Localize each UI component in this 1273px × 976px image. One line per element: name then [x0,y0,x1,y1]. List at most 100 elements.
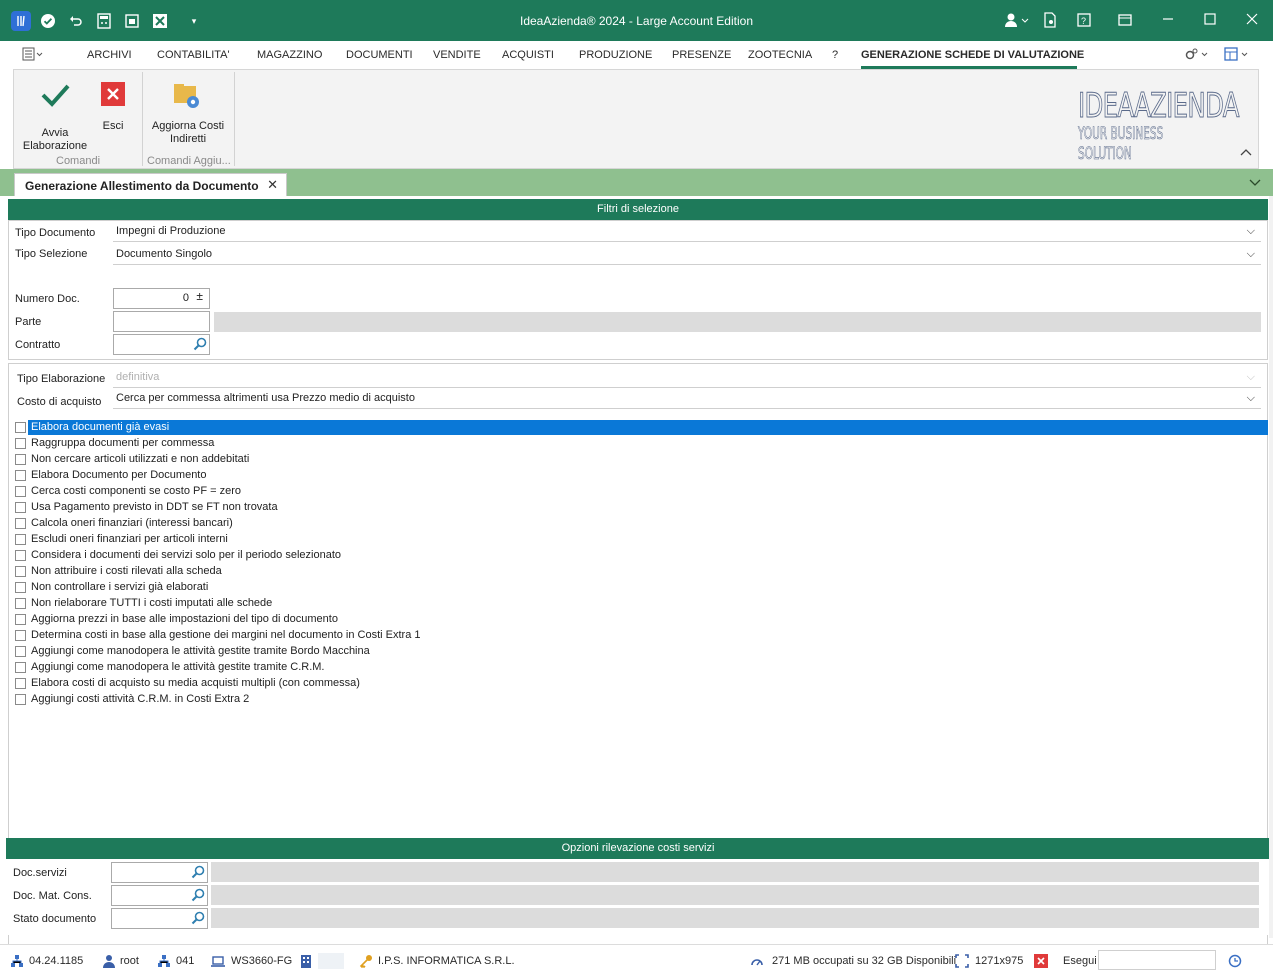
search-icon[interactable] [191,888,205,902]
option-checkbox[interactable] [15,694,26,705]
option-label[interactable]: Elabora costi di acquisto su media acqui… [28,676,360,691]
collapse-ribbon-icon[interactable] [1240,148,1252,161]
logo-line-1: IDEAAZIENDA [1078,86,1240,126]
option-checkbox[interactable] [15,550,26,561]
option-label[interactable]: Raggruppa documenti per commessa [28,436,214,451]
close-tab-icon[interactable]: ✕ [267,177,278,193]
avvia-elaborazione-button[interactable]: Avvia Elaborazione [20,78,90,153]
option-checkbox[interactable] [15,582,26,593]
maximize-button[interactable] [1200,12,1220,30]
menu-magazzino[interactable]: MAGAZZINO [257,49,322,61]
menu-zootecnia[interactable]: ZOOTECNIA [748,49,812,61]
esegui-input[interactable] [1098,950,1216,970]
aggiorna-label-1: Aggiorna Costi [151,120,225,132]
option-checkbox[interactable] [15,662,26,673]
option-label[interactable]: Aggiungi come manodopera le attività ges… [28,644,370,659]
settings-icon[interactable] [1184,47,1212,64]
option-label[interactable]: Elabora Documento per Documento [28,468,206,483]
ideaazienda-logo: IDEAAZIENDA YOUR BUSINESS SOLUTION [1078,86,1248,165]
option-label[interactable]: Cerca costi componenti se costo PF = zer… [28,484,241,499]
option-checkbox[interactable] [15,518,26,529]
menu-produzione[interactable]: PRODUZIONE [579,49,652,61]
menu-archivi[interactable]: ARCHIVI [87,49,132,61]
option-checkbox[interactable] [15,566,26,577]
option-checkbox[interactable] [15,614,26,625]
menu-help[interactable]: ? [832,49,838,61]
doc-mat-cons-description [211,885,1259,905]
layout-icon[interactable] [1224,47,1252,64]
tipo-elaborazione-value: definitiva [116,371,160,383]
option-checkbox[interactable] [15,486,26,497]
option-label[interactable]: Non rielaborare TUTTI i costi imputati a… [28,596,272,611]
error-x-icon[interactable] [1034,954,1048,968]
close-button[interactable] [1242,12,1262,30]
doc-mat-cons-field[interactable] [111,885,208,906]
option-checkbox[interactable] [15,678,26,689]
contratto-field[interactable] [113,334,210,355]
stato-documento-field[interactable] [111,908,208,929]
option-label[interactable]: Escludi oneri finanziari per articoli in… [28,532,228,547]
option-label[interactable]: Aggiungi costi attività C.R.M. in Costi … [28,692,249,707]
vertical-scrollbar[interactable] [1269,196,1273,938]
option-label[interactable]: Calcola oneri finanziari (interessi banc… [28,516,233,531]
menu-list-icon[interactable] [22,47,44,64]
numero-doc-field[interactable]: 0 ± [113,288,210,309]
search-icon[interactable] [191,911,205,925]
ribbon-separator [234,72,235,166]
menu-documenti[interactable]: DOCUMENTI [346,49,413,61]
menu-generazione-schede[interactable]: GENERAZIONE SCHEDE DI VALUTAZIONE [861,49,1084,61]
group-label-comandi: Comandi [56,155,101,167]
help-icon[interactable]: ? [1074,12,1094,30]
search-icon[interactable] [191,865,205,879]
option-checkbox[interactable] [15,422,26,433]
tab-list-chevron-icon[interactable] [1249,178,1261,191]
menu-acquisti[interactable]: ACQUISTI [502,49,554,61]
folder-gear-icon [174,84,199,108]
costo-acquisto-select[interactable]: Cerca per commessa altrimenti usa Prezzo… [113,389,1261,409]
stato-documento-description [211,908,1259,928]
tipo-documento-select[interactable]: Impegni di Produzione ⌵ [113,222,1261,242]
avvia-label-1: Avvia [41,127,69,139]
option-checkbox[interactable] [15,598,26,609]
minimize-button[interactable] [1158,12,1178,30]
menu-vendite[interactable]: VENDITE [433,49,481,61]
company-code-text: 041 [176,955,195,967]
tab-generazione-allestimento[interactable]: Generazione Allestimento da Documento ✕ [14,173,287,196]
menu-contabilita[interactable]: CONTABILITA' [157,49,230,61]
chevron-down-icon: ⌵ [1246,392,1255,404]
option-checkbox[interactable] [15,470,26,481]
version-text: 04.24.1185 [29,955,84,967]
ribbon: Avvia Elaborazione Esci Aggiorna Costi I… [13,69,1259,169]
option-label[interactable]: Determina costi in base alla gestione de… [28,628,420,643]
exit-x-icon [101,82,125,106]
option-label[interactable]: Non cercare articoli utilizzati e non ad… [28,452,249,467]
esegui-label: Esegui [1063,955,1097,967]
search-icon[interactable] [193,337,207,351]
laptop-icon [211,956,225,967]
restore-layout-icon[interactable] [1115,12,1135,30]
option-checkbox[interactable] [15,534,26,545]
option-checkbox[interactable] [15,454,26,465]
option-checkbox[interactable] [15,438,26,449]
user-icon[interactable] [1002,12,1030,30]
refresh-clock-icon[interactable] [1228,954,1242,968]
option-checkbox[interactable] [15,646,26,657]
option-label[interactable]: Aggiungi come manodopera le attività ges… [28,660,324,675]
logo-line-2: YOUR BUSINESS SOLUTION [1078,124,1164,165]
option-checkbox[interactable] [15,630,26,641]
option-label[interactable]: Aggiorna prezzi in base alle impostazion… [28,612,338,627]
option-label[interactable]: Considera i documenti dei servizi solo p… [28,548,341,563]
option-label[interactable]: Usa Pagamento previsto in DDT se FT non … [28,500,278,515]
aggiorna-costi-indiretti-button[interactable]: Aggiorna Costi Indiretti [148,82,228,146]
spinner-icon[interactable]: ± [196,287,203,306]
document-search-icon[interactable] [1040,12,1060,30]
option-label[interactable]: Elabora documenti già evasi [28,420,1268,435]
tipo-selezione-select[interactable]: Documento Singolo ⌵ [113,245,1261,265]
option-label[interactable]: Non controllare i servizi già elaborati [28,580,208,595]
option-label[interactable]: Non attribuire i costi rilevati alla sch… [28,564,222,579]
option-checkbox[interactable] [15,502,26,513]
menu-presenze[interactable]: PRESENZE [672,49,731,61]
doc-servizi-field[interactable] [111,862,208,883]
parte-field[interactable] [113,311,210,332]
esci-button[interactable]: Esci [96,82,130,133]
